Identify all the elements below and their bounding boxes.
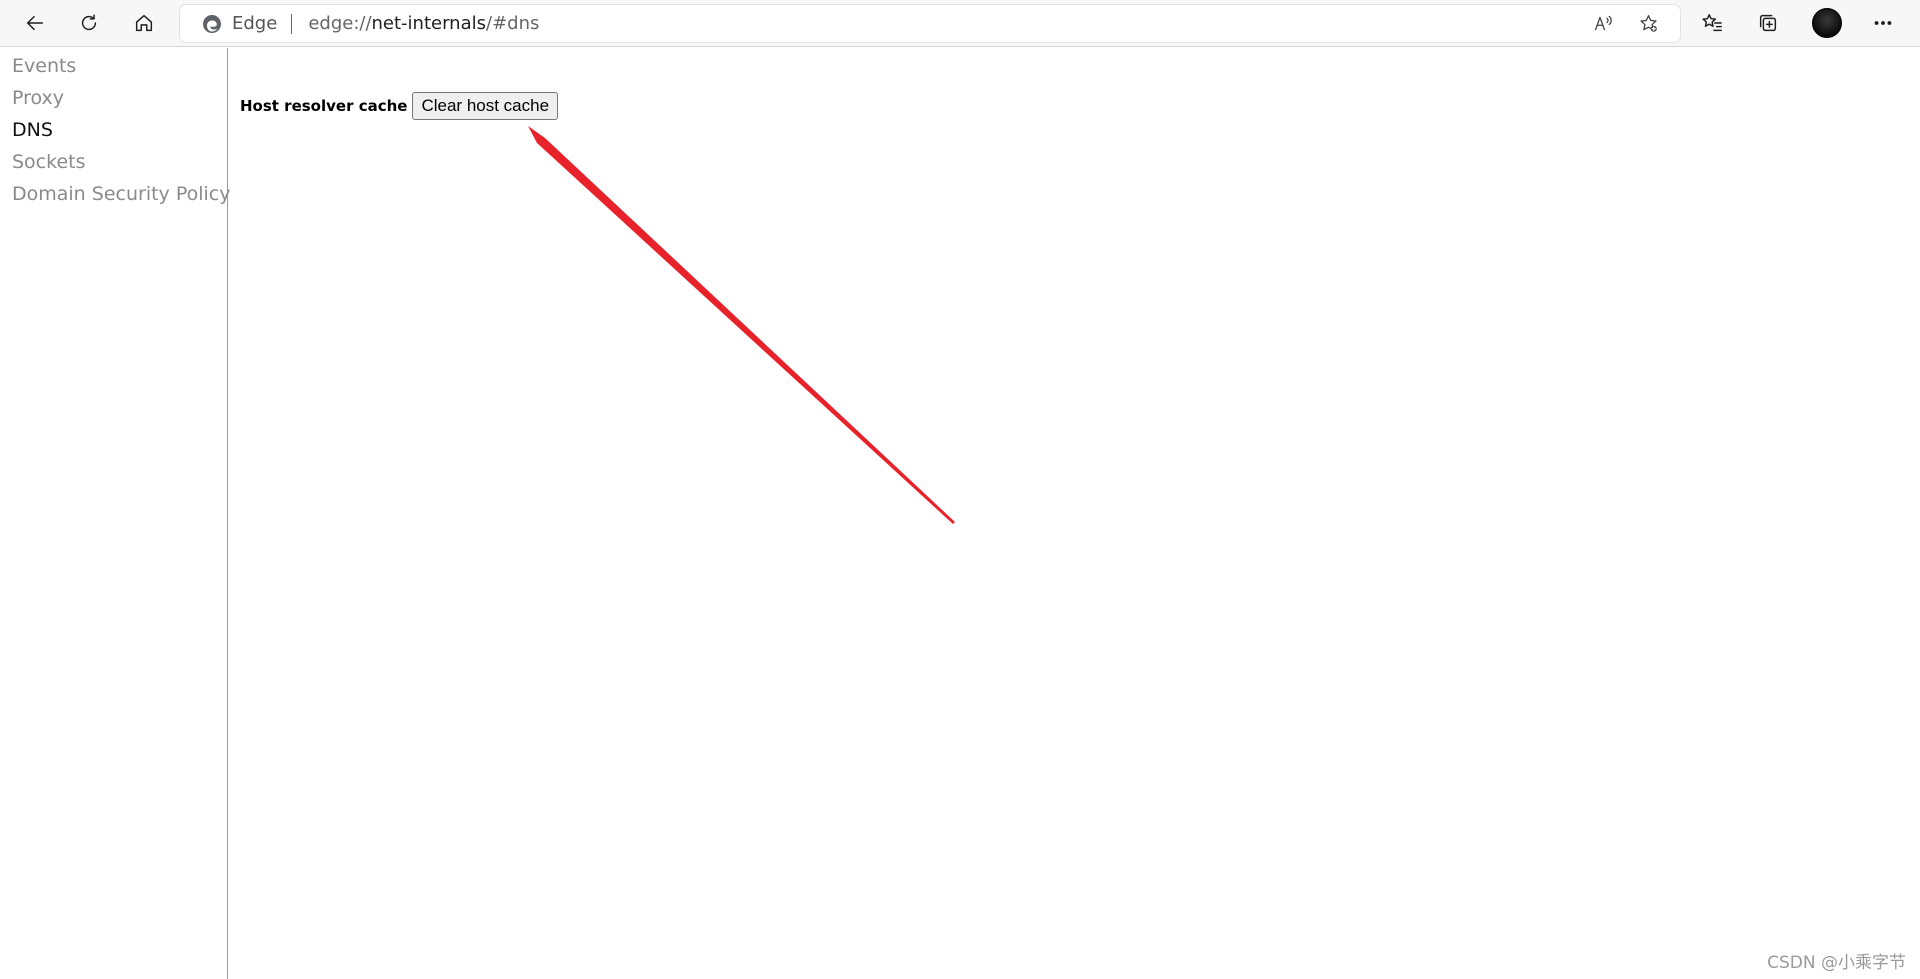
url-suffix: /#dns: [486, 13, 540, 34]
host-cache-row: Host resolver cache Clear host cache: [240, 92, 559, 120]
add-favorite-star-icon: [1639, 14, 1657, 32]
sidebar-item-proxy[interactable]: Proxy: [12, 87, 64, 109]
collections-icon: [1759, 14, 1777, 32]
sidebar-item-domain-security-policy[interactable]: Domain Security Policy: [12, 183, 230, 205]
url-prefix: edge://: [308, 13, 372, 34]
watermark: CSDN @小乘字节: [1767, 953, 1906, 973]
address-bar[interactable]: Edge edge://net-internals/#dns: [180, 5, 1680, 42]
sidebar-item-events[interactable]: Events: [12, 55, 76, 77]
clear-host-cache-button[interactable]: Clear host cache: [412, 92, 559, 120]
more-button[interactable]: [1866, 6, 1900, 40]
collections-button[interactable]: [1751, 6, 1785, 40]
sidebar-item-dns[interactable]: DNS: [12, 119, 53, 141]
home-button[interactable]: [127, 6, 161, 40]
profile-button[interactable]: [1810, 6, 1844, 40]
avatar: [1812, 8, 1842, 38]
favorites-button[interactable]: [1695, 6, 1729, 40]
favorites-list-icon: [1702, 14, 1722, 32]
site-name: Edge: [232, 13, 278, 34]
reload-icon: [81, 14, 97, 31]
add-favorite-button[interactable]: [1631, 5, 1665, 42]
back-arrow-icon: [26, 15, 44, 31]
edge-logo-icon: [202, 14, 222, 34]
more-dots-icon: [1874, 21, 1892, 25]
read-aloud-icon: [1594, 15, 1612, 31]
sidebar-nav: Events Proxy DNS Sockets Domain Security…: [0, 48, 230, 979]
host-resolver-cache-label: Host resolver cache: [240, 97, 408, 115]
home-icon: [135, 14, 153, 32]
sidebar-item-sockets[interactable]: Sockets: [12, 151, 86, 173]
reload-button[interactable]: [72, 6, 106, 40]
browser-toolbar: Edge edge://net-internals/#dns: [0, 0, 1920, 47]
read-aloud-button[interactable]: [1586, 5, 1620, 42]
url-text[interactable]: edge://net-internals/#dns: [308, 13, 539, 34]
back-button[interactable]: [18, 6, 52, 40]
url-host: net-internals: [371, 13, 486, 34]
main-content: Host resolver cache Clear host cache: [229, 48, 1920, 979]
address-separator: [291, 13, 293, 34]
